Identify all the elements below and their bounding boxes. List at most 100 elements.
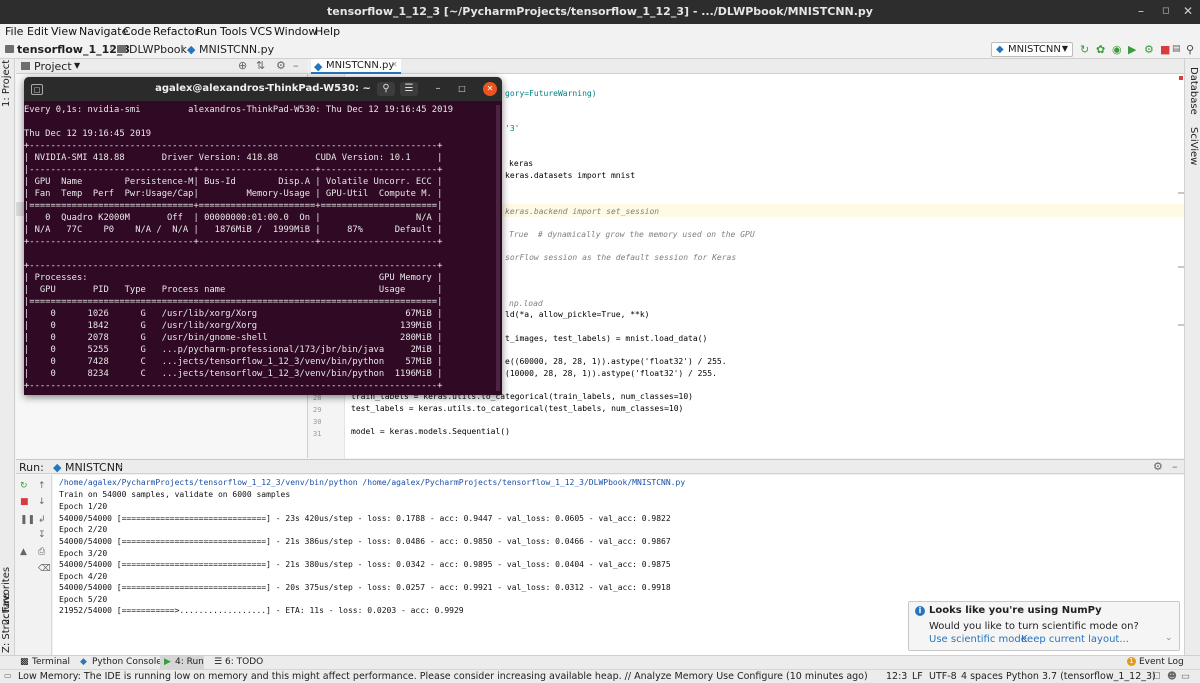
menu-window[interactable]: Window	[274, 25, 317, 38]
chevron-down-icon[interactable]: ⌄	[1165, 633, 1173, 643]
status-message[interactable]: Low Memory: The IDE is running low on me…	[18, 671, 868, 682]
terminal-line: Thu Dec 12 19:16:45 2019	[24, 129, 152, 139]
bottom-tab-terminal[interactable]: Terminal	[32, 657, 70, 667]
close-tab-icon[interactable]: ✕	[391, 60, 398, 69]
stop-icon[interactable]: ■	[20, 497, 29, 507]
console-line: 54000/54000 [===========================…	[59, 537, 671, 546]
menu-code[interactable]: Code	[123, 25, 151, 38]
up-arrow-icon[interactable]: ↑	[38, 481, 46, 491]
gear-icon[interactable]: ⚙	[276, 59, 286, 72]
restore-icon[interactable]: ◻	[1162, 6, 1169, 16]
line-separator[interactable]: LF	[912, 671, 923, 682]
menu-refactor[interactable]: Refactor	[153, 25, 199, 38]
lock-icon[interactable]: ☐	[1152, 671, 1161, 682]
side-tab-database[interactable]: Database	[1188, 67, 1199, 115]
debug-icon[interactable]: ✿	[1096, 43, 1105, 56]
menu-tools[interactable]: Tools	[220, 25, 247, 38]
breadcrumb-project[interactable]: tensorflow_1_12_3	[17, 43, 130, 56]
menu-edit[interactable]: Edit	[27, 25, 48, 38]
menu-view[interactable]: View	[51, 25, 77, 38]
trash-icon[interactable]: ⌫	[38, 564, 51, 574]
search-icon[interactable]: ⚲	[1186, 43, 1194, 56]
coverage-icon[interactable]: ◉	[1112, 43, 1122, 56]
soft-wrap-icon[interactable]: ↲	[38, 515, 46, 525]
terminal-line: | 0 5255 G ...p/pycharm-professional/173…	[24, 345, 443, 355]
python-interpreter[interactable]: Python 3.7 (tensorflow_1_12_3)	[1006, 671, 1156, 682]
down-arrow-icon[interactable]: ↓	[38, 497, 46, 507]
event-log-icon: 1	[1127, 657, 1136, 666]
menu-help[interactable]: Help	[315, 25, 340, 38]
error-marker-icon[interactable]	[1179, 76, 1183, 80]
side-tab-sciview[interactable]: SciView	[1188, 127, 1199, 165]
bottom-tab-event-log[interactable]: Event Log	[1139, 657, 1184, 667]
code-line: gory=FutureWarning)	[505, 89, 597, 98]
indent-setting[interactable]: 4 spaces	[961, 671, 1003, 682]
caret-position[interactable]: 12:3	[886, 671, 907, 682]
python-config-icon: ◆	[53, 461, 62, 474]
menu-bar: File Edit View Navigate Code Refactor Ru…	[0, 24, 1200, 41]
project-panel-title[interactable]: Project	[34, 60, 72, 73]
line-number: 28	[313, 394, 322, 402]
close-tab-icon[interactable]: ✕	[117, 462, 124, 471]
code-line: test_labels = keras.utils.to_categorical…	[351, 404, 684, 413]
print-icon[interactable]: ⎙	[38, 547, 45, 557]
close-icon[interactable]: ✕	[483, 82, 497, 96]
menu-run[interactable]: Run	[196, 25, 217, 38]
scroll-marker	[1178, 266, 1184, 268]
terminal-line: | 0 7428 C ...jects/tensorflow_1_12_3/ve…	[24, 357, 443, 367]
terminal-line: | 0 1026 G /usr/lib/xorg/Xorg 67MiB |	[24, 309, 443, 319]
rerun-icon[interactable]: ↻	[20, 481, 28, 491]
scroll-to-end-icon[interactable]: ↧	[38, 530, 46, 540]
window-title-bar: tensorflow_1_12_3 [~/PycharmProjects/ten…	[0, 0, 1200, 24]
run-icon: ▶	[164, 657, 171, 667]
keep-current-layout-link[interactable]: Keep current layout...	[1021, 634, 1129, 645]
hide-icon[interactable]: –	[1172, 460, 1178, 473]
pause-icon[interactable]: ❚❚	[20, 515, 35, 525]
collapse-icon[interactable]: ⇅	[256, 59, 265, 72]
hide-icon[interactable]: –	[293, 59, 299, 72]
menu-file[interactable]: File	[5, 25, 23, 38]
project-folder-icon	[5, 45, 14, 53]
side-tab-structure[interactable]: Z: Structure	[1, 593, 12, 653]
use-scientific-mode-link[interactable]: Use scientific mode	[929, 634, 1027, 645]
rerun-icon[interactable]: ↻	[1080, 43, 1089, 56]
memory-indicator-icon[interactable]: ▭	[1181, 671, 1190, 682]
terminal-title-bar[interactable]: □ agalex@alexandros-ThinkPad-W530: ~ ⚲ ☰…	[24, 77, 502, 101]
chevron-down-icon[interactable]: ▼	[74, 61, 80, 70]
side-tab-project[interactable]: 1: Project	[1, 60, 12, 107]
breadcrumb-folder[interactable]: DLWPbook	[129, 43, 187, 56]
hamburger-menu-icon[interactable]: ☰	[400, 82, 418, 96]
tab-mnistcnn[interactable]: ◆ MNISTCNN.py ✕	[311, 59, 401, 74]
terminal-scrollbar[interactable]	[496, 105, 500, 391]
file-encoding[interactable]: UTF-8	[929, 671, 957, 682]
tool-window-toggle-icon[interactable]: ▭	[4, 671, 12, 680]
terminal-window[interactable]: □ agalex@alexandros-ThinkPad-W530: ~ ⚲ ☰…	[24, 77, 502, 395]
terminal-line: | GPU Name Persistence-M| Bus-Id Disp.A …	[24, 177, 443, 187]
terminal-output[interactable]: Every 0,1s: nvidia-smi alexandros-ThinkP…	[24, 101, 502, 395]
pin-icon[interactable]: ▲	[20, 547, 27, 557]
bottom-tab-run: 4: Run	[175, 657, 204, 667]
close-icon[interactable]: ✕	[1183, 4, 1193, 18]
menu-navigate[interactable]: Navigate	[79, 25, 128, 38]
locate-icon[interactable]: ⊕	[238, 59, 247, 72]
terminal-line: Every 0,1s: nvidia-smi alexandros-ThinkP…	[24, 105, 453, 115]
inspector-icon[interactable]: ☻	[1167, 671, 1177, 682]
gear-icon[interactable]: ⚙	[1153, 460, 1163, 473]
console-line: Epoch 1/20	[59, 502, 108, 511]
concurrency-icon[interactable]: ⚙	[1144, 43, 1154, 56]
bottom-tab-todo[interactable]: 6: TODO	[225, 657, 263, 667]
terminal-line: | Fan Temp Perf Pwr:Usage/Cap| Memory-Us…	[24, 189, 443, 199]
profile-icon[interactable]: ▶	[1128, 43, 1136, 56]
maximize-icon[interactable]: □	[455, 82, 469, 96]
bottom-tab-python-console[interactable]: Python Console	[92, 657, 162, 667]
stop-icon[interactable]: ■	[1160, 43, 1170, 56]
minimize-icon[interactable]: –	[1138, 4, 1144, 18]
run-tab[interactable]: MNISTCNN	[65, 461, 123, 474]
search-icon[interactable]: ⚲	[377, 82, 395, 96]
bottom-tab-run-active[interactable]: ▶ 4: Run	[160, 656, 204, 669]
layout-icon[interactable]: ▤	[1172, 44, 1181, 54]
run-configuration-select[interactable]: ◆ MNISTCNN ▼	[991, 42, 1073, 57]
minimize-icon[interactable]: –	[431, 82, 445, 96]
menu-vcs[interactable]: VCS	[250, 25, 272, 38]
breadcrumb-file[interactable]: MNISTCNN.py	[199, 43, 274, 56]
